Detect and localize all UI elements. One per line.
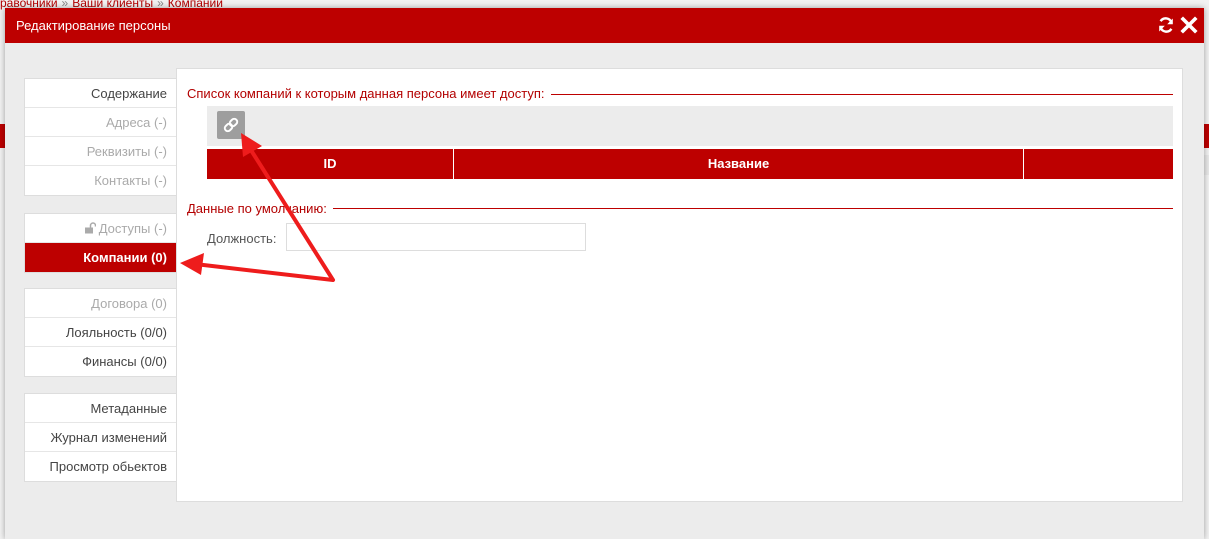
sidebar-item-addresses[interactable]: Адреса (-) (25, 108, 177, 137)
close-icon[interactable] (1180, 16, 1198, 34)
sidebar-group-finance: Договора (0) Лояльность (0/0) Финансы (0… (24, 288, 178, 377)
companies-panel: Список компаний к которым данная персона… (176, 68, 1183, 502)
sidebar-item-label: Просмотр обьектов (49, 459, 167, 474)
sidebar-item-contacts[interactable]: Контакты (-) (25, 166, 177, 195)
sidebar-item-finances[interactable]: Финансы (0/0) (25, 347, 177, 376)
sidebar-item-metadata[interactable]: Метаданные (25, 394, 177, 423)
sidebar-item-access[interactable]: Доступы (-) (25, 214, 177, 243)
sidebar-item-label: Адреса (-) (105, 115, 167, 130)
sidebar-item-contracts[interactable]: Договора (0) (25, 289, 177, 318)
sidebar-item-label: Договора (0) (91, 296, 167, 311)
position-label: Должность: (207, 231, 277, 246)
refresh-icon[interactable] (1157, 16, 1175, 34)
sidebar-group-meta: Метаданные Журнал изменений Просмотр обь… (24, 393, 178, 482)
column-header-name[interactable]: Название (454, 149, 1024, 179)
sidebar-item-requisites[interactable]: Реквизиты (-) (25, 137, 177, 166)
link-icon (223, 117, 239, 133)
sidebar-group-main: Содержание Адреса (-) Реквизиты (-) Конт… (24, 78, 178, 196)
companies-section-title: Список компаний к которым данная персона… (187, 86, 551, 101)
companies-table-header: ID Название (207, 149, 1173, 179)
dialog-header: Редактирование персоны (5, 8, 1204, 43)
sidebar-item-label: Финансы (0/0) (82, 354, 167, 369)
sidebar-group-access: Доступы (-) Компании (0) (24, 213, 178, 273)
sidebar-item-label: Журнал изменений (50, 430, 167, 445)
sidebar-item-label: Метаданные (90, 401, 167, 416)
column-header-id[interactable]: ID (207, 149, 454, 179)
sidebar-item-changelog[interactable]: Журнал изменений (25, 423, 177, 452)
sidebar-item-label: Контакты (-) (94, 173, 167, 188)
sidebar-item-label: Лояльность (0/0) (65, 325, 167, 340)
link-company-button[interactable] (217, 111, 245, 139)
sidebar-item-objects-view[interactable]: Просмотр обьектов (25, 452, 177, 481)
section-divider (187, 208, 1173, 209)
defaults-section-title: Данные по умолчанию: (187, 201, 333, 216)
sidebar-item-companies[interactable]: Компании (0) (25, 243, 177, 272)
sidebar-item-label: Компании (0) (83, 250, 167, 265)
unlock-icon (84, 215, 96, 244)
sidebar-item-label: Содержание (91, 86, 167, 101)
background-row (1204, 155, 1209, 175)
sidebar-item-label: Реквизиты (-) (86, 144, 167, 159)
position-input[interactable] (286, 223, 586, 251)
companies-toolbar (207, 106, 1173, 146)
dialog-title: Редактирование персоны (16, 18, 171, 33)
background-nav-bar (1204, 124, 1209, 148)
edit-person-dialog: Редактирование персоны Содержание Адреса… (5, 8, 1204, 539)
sidebar-item-label: Доступы (-) (98, 221, 167, 236)
sidebar-item-content[interactable]: Содержание (25, 79, 177, 108)
column-header-actions (1024, 149, 1173, 179)
sidebar-item-loyalty[interactable]: Лояльность (0/0) (25, 318, 177, 347)
